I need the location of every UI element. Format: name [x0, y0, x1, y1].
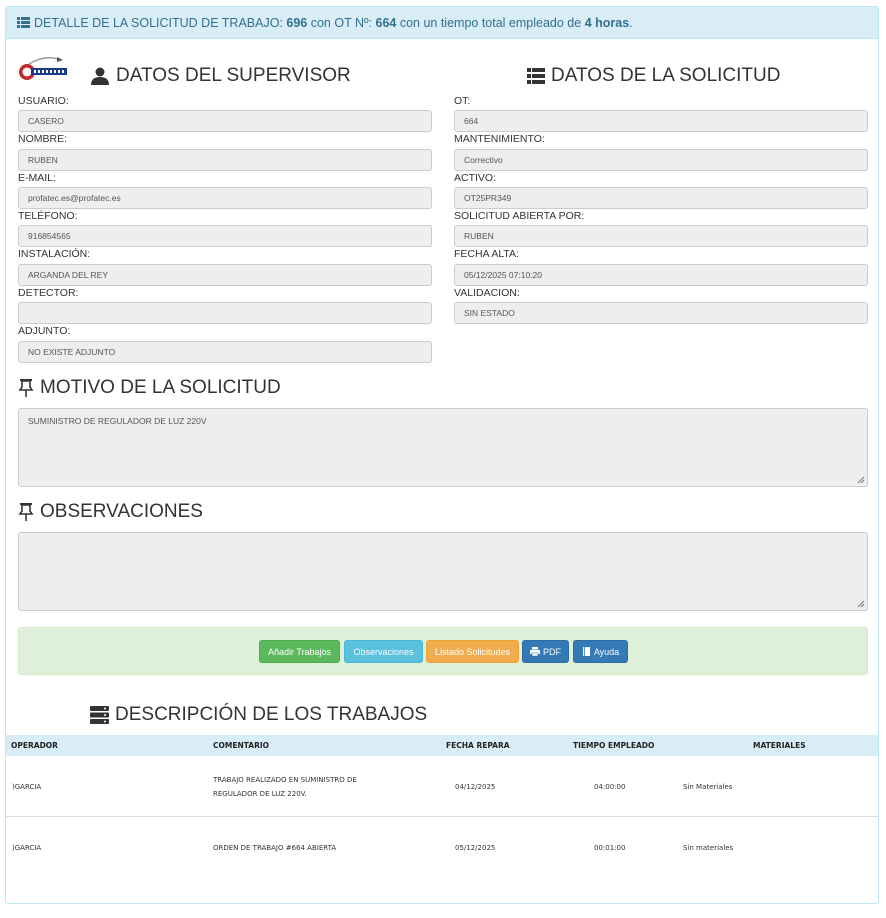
label-ot: OT:	[454, 95, 471, 107]
cell-comentario-line2: REGULADOR DE LUZ 220V.	[213, 790, 307, 798]
resize-grip-icon[interactable]	[857, 476, 865, 484]
col-materiales[interactable]: MATERIALES	[753, 741, 806, 750]
cell-tiempo: 04:00:00	[594, 783, 626, 791]
pushpin-icon	[18, 379, 34, 397]
field-instalacion: ARGANDA DEL REY	[18, 264, 432, 286]
pdf-button[interactable]: PDF	[522, 640, 569, 663]
action-bar: Añadir Trabajos Observaciones Listado So…	[18, 627, 868, 675]
company-logo	[19, 57, 67, 80]
field-nombre: RUBEN	[18, 149, 432, 171]
label-telefono: TELÉFONO:	[18, 210, 78, 222]
field-telefono: 916854565	[18, 225, 432, 247]
label-validacion: VALIDACION:	[454, 287, 520, 299]
add-trabajos-button[interactable]: Añadir Trabajos	[259, 640, 340, 663]
user-icon	[91, 67, 109, 85]
detail-panel: DETALLE DE LA SOLICITUD DE TRABAJO: 696 …	[5, 6, 879, 904]
print-icon	[530, 647, 540, 656]
cell-comentario-line1: ORDEN DE TRABAJO #664 ABIERTA	[213, 844, 337, 852]
supervisor-title: DATOS DEL SUPERVISOR	[90, 65, 351, 87]
field-ot: 664	[454, 110, 868, 132]
label-activo: ACTIVO:	[454, 172, 497, 184]
solicitud-number: 696	[286, 15, 308, 30]
cell-comentario-line1: TRABAJO REALIZADO EN SUMINISTRO DE	[213, 776, 357, 784]
list-icon	[527, 68, 545, 84]
cell-operador: )GARCIA	[12, 844, 42, 852]
label-email: E-MAIL:	[18, 172, 56, 184]
heading-text: DETALLE DE LA SOLICITUD DE TRABAJO: 696 …	[34, 15, 633, 30]
book-icon	[582, 647, 590, 656]
field-detector	[18, 302, 432, 324]
ot-number: 664	[375, 15, 397, 30]
cell-materiales: Sin Materiales	[683, 783, 733, 791]
col-fecha-repara[interactable]: FECHA REPARA	[446, 741, 510, 750]
observaciones-textarea[interactable]	[18, 532, 868, 611]
observaciones-button[interactable]: Observaciones	[344, 640, 423, 663]
field-email: profatec.es@profatec.es	[18, 187, 432, 209]
field-mantenimiento: Correctivo	[454, 149, 868, 171]
col-tiempo-empleado[interactable]: TIEMPO EMPLEADO	[573, 741, 654, 750]
field-fecha-alta: 05/12/2025 07:10:20	[454, 264, 868, 286]
panel-heading: DETALLE DE LA SOLICITUD DE TRABAJO: 696 …	[6, 7, 878, 39]
label-adjunto: ADJUNTO:	[18, 325, 71, 337]
motivo-textarea[interactable]: SUMINISTRO DE REGULADOR DE LUZ 220V	[18, 408, 868, 487]
cell-fecha: 05/12/2025	[455, 844, 496, 852]
col-comentario[interactable]: COMENTARIO	[213, 741, 269, 750]
label-detector: DETECTOR:	[18, 287, 79, 299]
label-instalacion: INSTALACIÓN:	[18, 248, 91, 260]
trabajos-title: DESCRIPCIÓN DE LOS TRABAJOS	[90, 704, 427, 726]
table-header	[6, 735, 878, 756]
server-icon	[90, 706, 109, 724]
field-activo: OT25PR349	[454, 187, 868, 209]
list-icon	[17, 17, 30, 28]
label-fecha-alta: FECHA ALTA:	[454, 248, 519, 260]
field-abierta-por: RUBEN	[454, 225, 868, 247]
label-usuario: USUARIO:	[18, 95, 69, 107]
ayuda-button[interactable]: Ayuda	[573, 640, 628, 663]
total-hours: 4 horas	[584, 15, 630, 30]
field-usuario: CASERO	[18, 110, 432, 132]
solicitud-title: DATOS DE LA SOLICITUD	[527, 65, 780, 87]
cell-materiales: Sin materiales	[683, 844, 734, 852]
label-abierta-por: SOLICITUD ABIERTA POR:	[454, 210, 585, 222]
row-divider	[6, 816, 878, 817]
cell-operador: )GARCIA	[12, 783, 42, 791]
listado-solicitudes-button[interactable]: Listado Solicitudes	[426, 640, 519, 663]
field-validacion: SIN ESTADO	[454, 302, 868, 324]
label-nombre: NOMBRE:	[18, 133, 68, 145]
label-mantenimiento: MANTENIMIENTO:	[454, 133, 545, 145]
motivo-text: SUMINISTRO DE REGULADOR DE LUZ 220V	[28, 416, 207, 426]
col-operador[interactable]: OPERADOR	[11, 741, 58, 750]
cell-fecha: 04/12/2025	[455, 783, 496, 791]
field-adjunto[interactable]: NO EXISTE ADJUNTO	[18, 341, 432, 363]
pushpin-icon	[18, 503, 34, 521]
resize-grip-icon[interactable]	[857, 600, 865, 608]
motivo-title: MOTIVO DE LA SOLICITUD	[18, 377, 281, 399]
cell-tiempo: 00:01:00	[594, 844, 626, 852]
observaciones-title: OBSERVACIONES	[18, 501, 203, 523]
